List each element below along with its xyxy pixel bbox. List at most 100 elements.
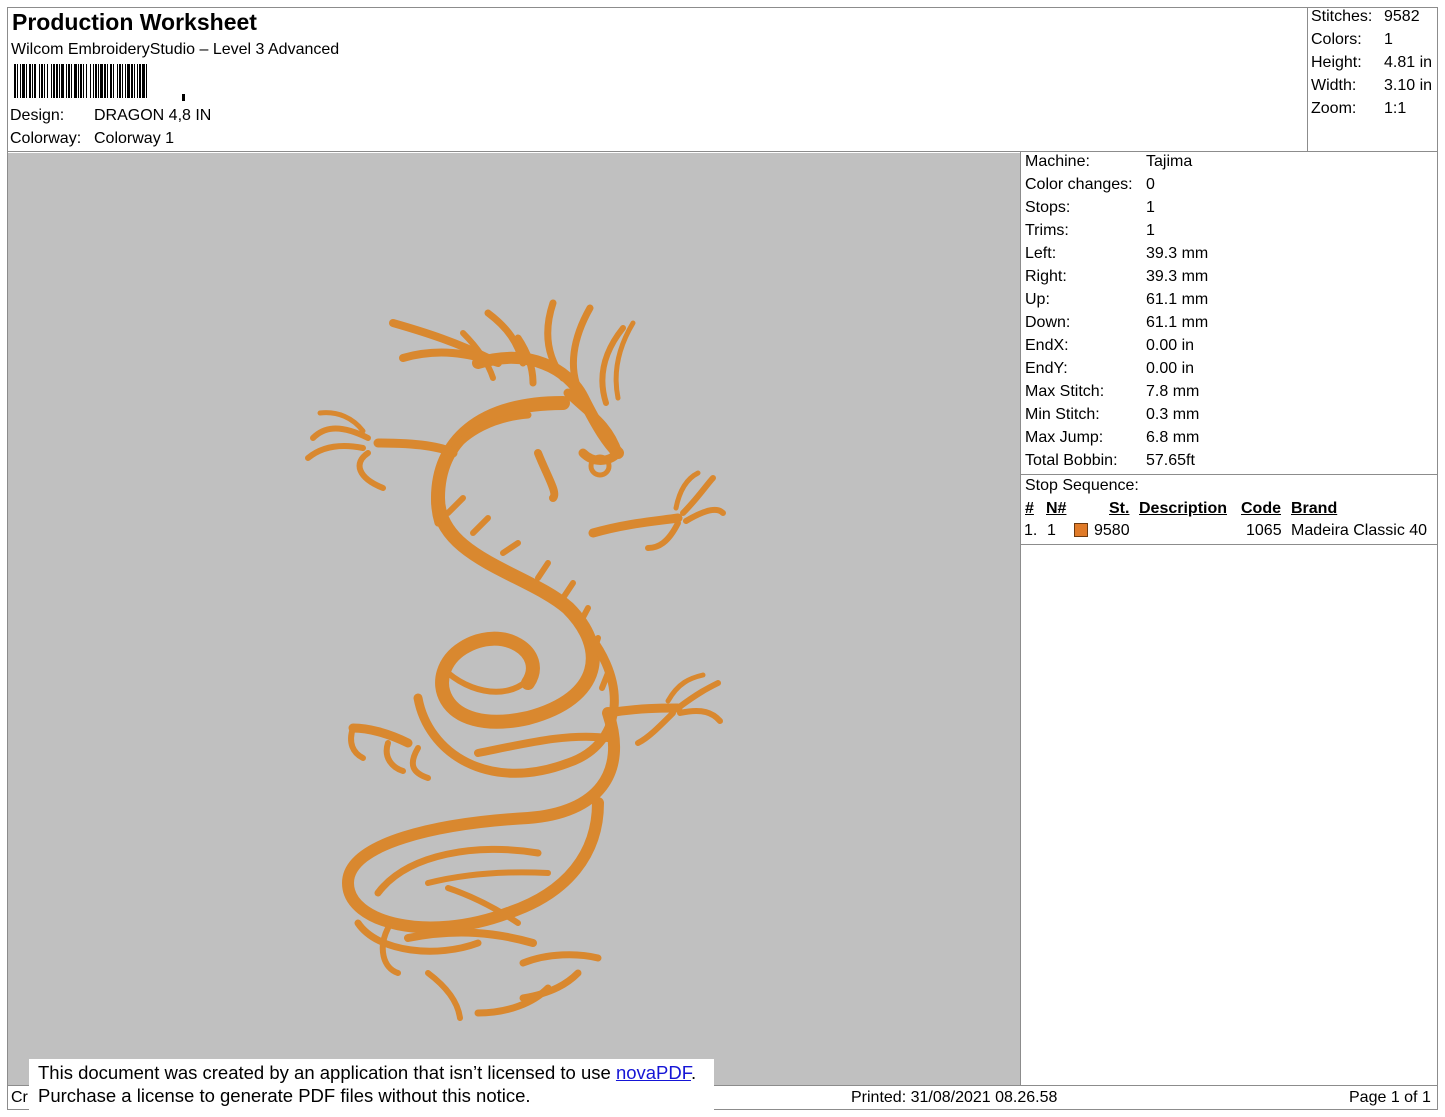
barcode-bar	[86, 64, 87, 98]
barcode-bar	[98, 64, 99, 98]
col-header-n: N#	[1046, 500, 1067, 517]
barcode-bar	[134, 64, 135, 98]
machine-value: Tajima	[1146, 153, 1193, 170]
height-value: 4.81 in	[1384, 54, 1433, 71]
col-header-num: #	[1025, 500, 1034, 517]
barcode-bar	[14, 64, 16, 98]
notice-line-1: This document was created by an applicat…	[38, 1061, 714, 1084]
barcode-bar	[113, 64, 114, 98]
color-changes-label: Color changes:	[1025, 176, 1133, 193]
colorway-label: Colorway:	[10, 130, 82, 147]
barcode-bar	[137, 64, 138, 98]
barcode-bar	[78, 64, 79, 98]
stitches-value: 9582	[1384, 8, 1420, 25]
barcode-bar	[125, 64, 126, 98]
barcode-bar	[139, 64, 141, 98]
barcode-bar	[74, 64, 77, 98]
design-preview	[8, 153, 1020, 1085]
barcode-bar	[32, 64, 33, 98]
barcode-bar	[107, 64, 108, 98]
machine-label: Machine:	[1025, 153, 1090, 170]
row-n: 1	[1047, 522, 1056, 539]
novapdf-link[interactable]: novaPDF	[616, 1062, 691, 1083]
right-value: 39.3 mm	[1146, 268, 1209, 285]
barcode-bar	[29, 64, 31, 98]
design-name: DRAGON 4,8 IN	[94, 107, 212, 124]
max-jump-label: Max Jump:	[1025, 429, 1104, 446]
row-num: 1.	[1024, 522, 1038, 539]
barcode-bar	[22, 64, 25, 98]
barcode-bar	[93, 64, 94, 98]
min-stitch-label: Min Stitch:	[1025, 406, 1100, 423]
barcode-bar	[122, 64, 123, 98]
row-code: 1065	[1246, 522, 1282, 539]
barcode-bar	[26, 64, 27, 98]
colors-label: Colors:	[1311, 31, 1362, 48]
barcode-bar	[47, 64, 48, 98]
down-value: 61.1 mm	[1146, 314, 1209, 331]
barcode-bar	[44, 64, 45, 98]
design-label: Design:	[10, 107, 65, 124]
barcode-bar	[51, 64, 52, 98]
barcode-bar	[119, 64, 121, 98]
printed-date: Printed: 31/08/2021 08.26.58	[851, 1089, 1058, 1106]
total-bobbin-value: 57.65ft	[1146, 452, 1195, 469]
barcode-bar	[20, 64, 21, 98]
endx-value: 0.00 in	[1146, 337, 1195, 354]
barcode-bar	[131, 64, 133, 98]
right-panel-divider	[1020, 152, 1021, 1086]
height-label: Height:	[1311, 54, 1362, 71]
left-label: Left:	[1025, 245, 1057, 262]
barcode-mark	[182, 94, 185, 101]
barcode-bar	[68, 64, 70, 98]
width-value: 3.10 in	[1384, 77, 1433, 94]
stitches-label: Stitches:	[1311, 8, 1373, 25]
endy-label: EndY:	[1025, 360, 1068, 377]
dragon-embroidery	[305, 299, 726, 1021]
trims-value: 1	[1146, 222, 1155, 239]
trims-label: Trims:	[1025, 222, 1069, 239]
barcode-bar	[71, 64, 72, 98]
row-brand: Madeira Classic 40	[1291, 522, 1428, 539]
stops-label: Stops:	[1025, 199, 1071, 216]
barcode-bar	[61, 64, 64, 98]
footer-left-text: Cr	[11, 1089, 28, 1106]
down-label: Down:	[1025, 314, 1071, 331]
notice-line-1-prefix: This document was created by an applicat…	[38, 1062, 616, 1083]
notice-line-1-suffix: .	[691, 1062, 697, 1083]
barcode-bar	[83, 64, 84, 98]
max-stitch-label: Max Stitch:	[1025, 383, 1105, 400]
barcode-bar	[39, 64, 40, 98]
up-value: 61.1 mm	[1146, 291, 1209, 308]
barcode-bar	[80, 64, 82, 98]
barcode-bar	[41, 64, 43, 98]
barcode-bar	[90, 64, 91, 98]
col-header-st: St.	[1109, 500, 1130, 517]
barcode-bar	[59, 64, 60, 98]
max-stitch-value: 7.8 mm	[1146, 383, 1200, 400]
barcode-bar	[142, 64, 145, 98]
license-notice: This document was created by an applicat…	[29, 1059, 714, 1111]
barcode-bar	[110, 64, 112, 98]
barcode-bar	[127, 64, 130, 98]
col-header-code: Code	[1241, 500, 1281, 517]
total-bobbin-label: Total Bobbin:	[1025, 452, 1118, 469]
barcode-bar	[34, 64, 36, 98]
stop-sequence-title: Stop Sequence:	[1025, 477, 1139, 494]
left-value: 39.3 mm	[1146, 245, 1209, 262]
barcode-bar	[56, 64, 58, 98]
barcode	[14, 64, 185, 101]
endx-label: EndX:	[1025, 337, 1069, 354]
col-header-brand: Brand	[1291, 500, 1338, 517]
col-header-description: Description	[1139, 500, 1228, 517]
barcode-bar	[53, 64, 55, 98]
row-stitches: 9580	[1094, 522, 1130, 539]
barcode-bar	[146, 64, 147, 98]
header-divider	[1307, 7, 1308, 152]
up-label: Up:	[1025, 291, 1050, 308]
barcode-bar	[117, 64, 118, 98]
endy-value: 0.00 in	[1146, 360, 1195, 377]
software-name: Wilcom EmbroideryStudio – Level 3 Advanc…	[11, 41, 340, 58]
zoom-value: 1:1	[1384, 100, 1407, 117]
barcode-bar	[104, 64, 106, 98]
